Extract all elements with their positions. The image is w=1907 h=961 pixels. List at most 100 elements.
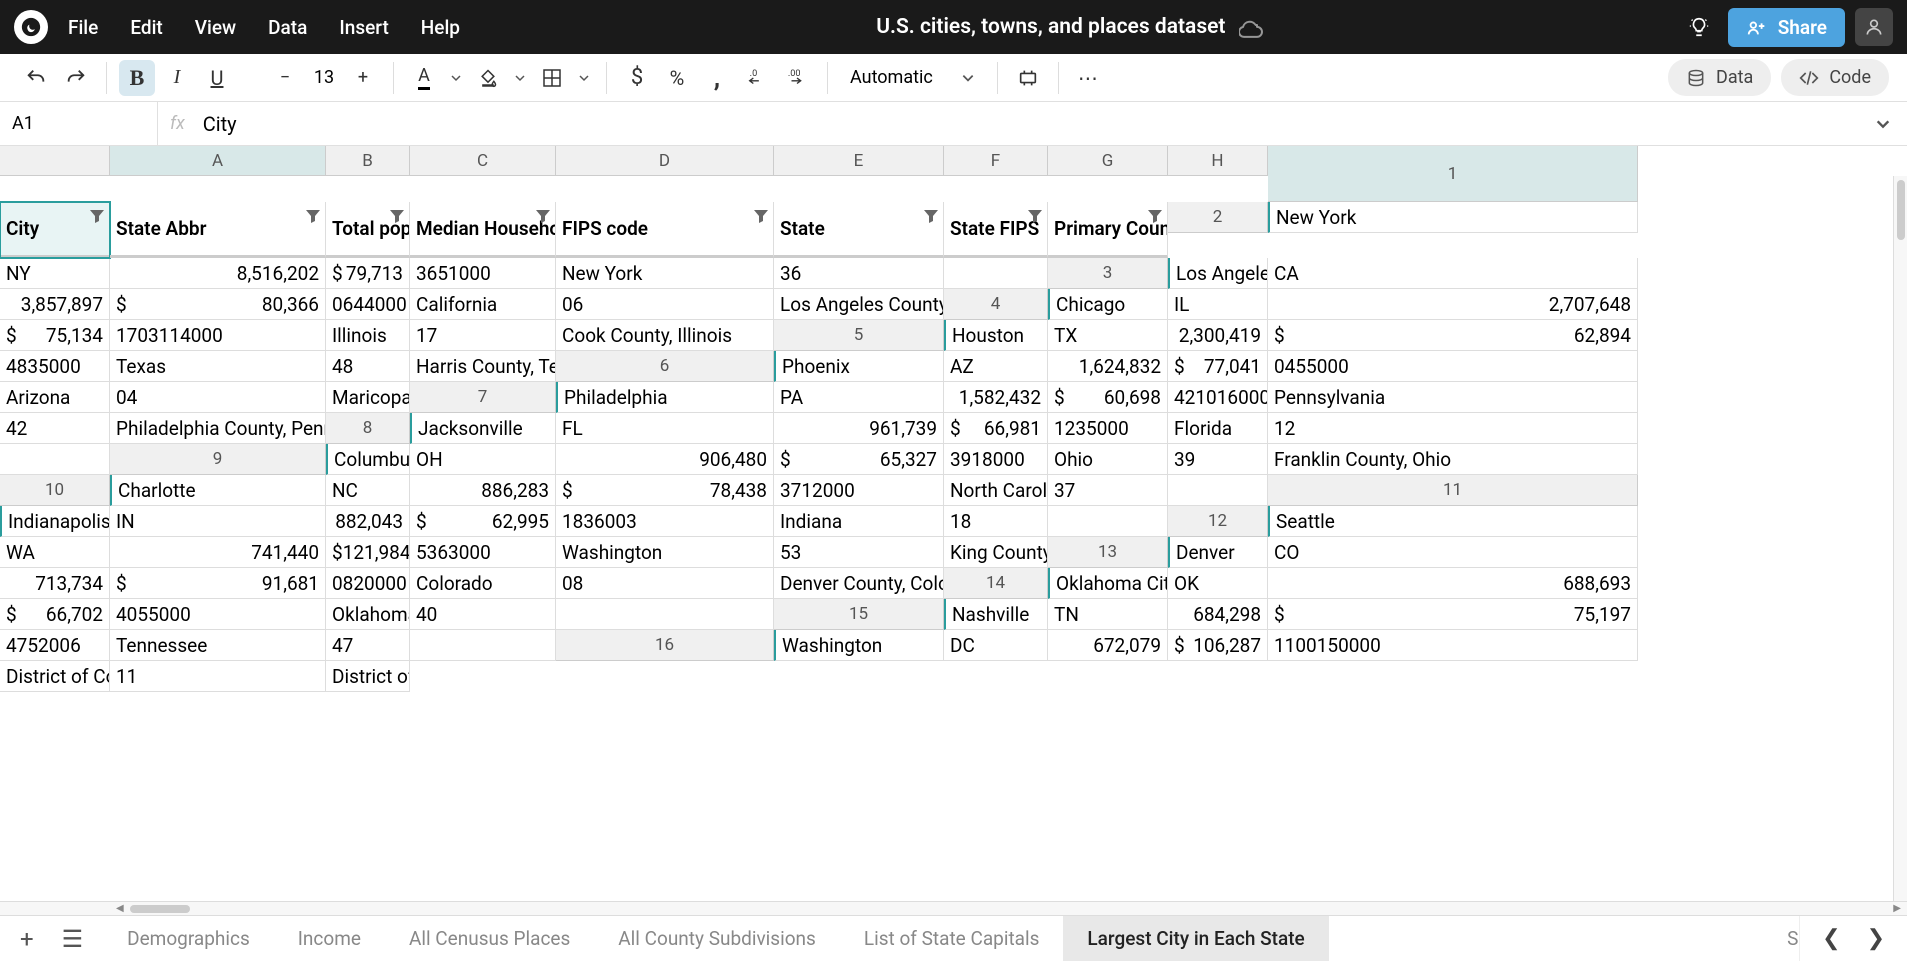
cell-D9[interactable]: $65,327 (774, 444, 944, 475)
cell-B6[interactable]: AZ (944, 351, 1048, 382)
cell-G7[interactable]: 42 (0, 413, 110, 444)
sheet-tab-list-of-state-capitals[interactable]: List of State Capitals (840, 916, 1064, 961)
horizontal-scrollbar[interactable]: ◀ ▶ (0, 901, 1907, 915)
cell-C14[interactable]: 688,693 (1268, 568, 1638, 599)
cell-B10[interactable]: NC (326, 475, 410, 506)
menu-insert[interactable]: Insert (339, 16, 388, 39)
cell-D13[interactable]: $91,681 (110, 568, 326, 599)
cell-E8[interactable]: 1235000 (1048, 413, 1168, 444)
cell-F11[interactable]: Indiana (774, 506, 944, 537)
grid-corner[interactable] (0, 146, 110, 176)
currency-format-button[interactable]: $ (619, 60, 655, 96)
cell-C13[interactable]: 713,734 (0, 568, 110, 599)
cell-F8[interactable]: Florida (1168, 413, 1268, 444)
cell-A3[interactable]: Los Angeles (1168, 258, 1268, 289)
cell-B9[interactable]: OH (410, 444, 556, 475)
row-header-16[interactable]: 16 (556, 630, 774, 661)
cell-G2[interactable]: 36 (774, 258, 944, 289)
cell-C11[interactable]: 882,043 (326, 506, 410, 537)
cell-E4[interactable]: 1703114000 (110, 320, 326, 351)
cell-A5[interactable]: Houston (944, 320, 1048, 351)
cell-D6[interactable]: $77,041 (1168, 351, 1268, 382)
decrease-decimal-button[interactable]: .0 (739, 60, 775, 96)
code-mode-button[interactable]: Code (1781, 59, 1889, 96)
row-header-4[interactable]: 4 (944, 289, 1048, 320)
cell-G13[interactable]: 08 (556, 568, 774, 599)
cell-E10[interactable]: 3712000 (774, 475, 944, 506)
cell-E7[interactable]: 4210160000 (1168, 382, 1268, 413)
cell-H11[interactable] (1048, 506, 1168, 537)
cell-C10[interactable]: 886,283 (410, 475, 556, 506)
fill-color-button[interactable] (470, 60, 506, 96)
cell-C15[interactable]: 684,298 (1168, 599, 1268, 630)
cell-F16[interactable]: District of Col (0, 661, 110, 692)
cell-B8[interactable]: FL (556, 413, 774, 444)
cell-F9[interactable]: Ohio (1048, 444, 1168, 475)
cell-F5[interactable]: Texas (110, 351, 326, 382)
italic-button[interactable]: I (159, 60, 195, 96)
cell-C12[interactable]: 741,440 (110, 537, 326, 568)
cell-H10[interactable] (1168, 475, 1268, 506)
cell-A4[interactable]: Chicago (1048, 289, 1168, 320)
row-header-1[interactable]: 1 (1268, 146, 1638, 202)
cell-B13[interactable]: CO (1268, 537, 1638, 568)
borders-button[interactable] (534, 60, 570, 96)
cell-F10[interactable]: North Carolina (944, 475, 1048, 506)
header-cell-B[interactable]: State Abbr (110, 202, 326, 258)
cell-F15[interactable]: Tennessee (110, 630, 326, 661)
cell-A7[interactable]: Philadelphia (556, 382, 774, 413)
cell-F6[interactable]: Arizona (0, 382, 110, 413)
cell-E16[interactable]: 1100150000 (1268, 630, 1638, 661)
header-cell-C[interactable]: Total population (326, 202, 410, 258)
row-header-14[interactable]: 14 (944, 568, 1048, 599)
cell-H4[interactable]: Cook County, Illinois (556, 320, 774, 351)
sheet-tab-overflow[interactable]: S (1773, 916, 1799, 961)
cell-H5[interactable]: Harris County, Texas (410, 351, 556, 382)
undo-button[interactable] (18, 60, 54, 96)
cell-E13[interactable]: 0820000 (326, 568, 410, 599)
cell-C2[interactable]: 8,516,202 (110, 258, 326, 289)
cell-F3[interactable]: California (410, 289, 556, 320)
cell-D2[interactable]: $79,713 (326, 258, 410, 289)
cell-D12[interactable]: $121,984 (326, 537, 410, 568)
row-header-12[interactable]: 12 (1168, 506, 1268, 537)
font-size-value[interactable]: 13 (307, 67, 341, 88)
lightbulb-icon[interactable] (1680, 8, 1718, 46)
cell-B4[interactable]: IL (1168, 289, 1268, 320)
cell-F2[interactable]: New York (556, 258, 774, 289)
fill-color-dropdown[interactable] (510, 60, 530, 96)
borders-dropdown[interactable] (574, 60, 594, 96)
cell-G5[interactable]: 48 (326, 351, 410, 382)
sheet-tab-income[interactable]: Income (274, 916, 385, 961)
cell-A8[interactable]: Jacksonville (410, 413, 556, 444)
cell-G15[interactable]: 47 (326, 630, 410, 661)
cell-A13[interactable]: Denver (1168, 537, 1268, 568)
cell-G14[interactable]: 40 (410, 599, 556, 630)
cell-A10[interactable]: Charlotte (110, 475, 326, 506)
header-cell-E[interactable]: FIPS code (556, 202, 774, 258)
cell-B12[interactable]: WA (0, 537, 110, 568)
row-header-5[interactable]: 5 (774, 320, 944, 351)
cell-H3[interactable]: Los Angeles County, California (774, 289, 944, 320)
column-header-A[interactable]: A (110, 146, 326, 176)
cell-D8[interactable]: $66,981 (944, 413, 1048, 444)
cell-C8[interactable]: 961,739 (774, 413, 944, 444)
data-mode-button[interactable]: Data (1668, 59, 1771, 96)
cell-E15[interactable]: 4752006 (0, 630, 110, 661)
cell-A16[interactable]: Washington (774, 630, 944, 661)
redo-button[interactable] (58, 60, 94, 96)
font-size-increase[interactable]: + (345, 60, 381, 96)
cell-C5[interactable]: 2,300,419 (1168, 320, 1268, 351)
cell-H8[interactable] (0, 444, 110, 475)
cell-D15[interactable]: $75,197 (1268, 599, 1638, 630)
cell-D14[interactable]: $66,702 (0, 599, 110, 630)
cell-D5[interactable]: $62,894 (1268, 320, 1638, 351)
cell-A6[interactable]: Phoenix (774, 351, 944, 382)
more-options-button[interactable]: ⋯ (1071, 60, 1107, 96)
cell-H12[interactable]: King County, Washington (944, 537, 1048, 568)
cell-B2[interactable]: NY (0, 258, 110, 289)
cell-D10[interactable]: $78,438 (556, 475, 774, 506)
cell-B11[interactable]: IN (110, 506, 326, 537)
column-header-H[interactable]: H (1168, 146, 1268, 176)
cell-G12[interactable]: 53 (774, 537, 944, 568)
